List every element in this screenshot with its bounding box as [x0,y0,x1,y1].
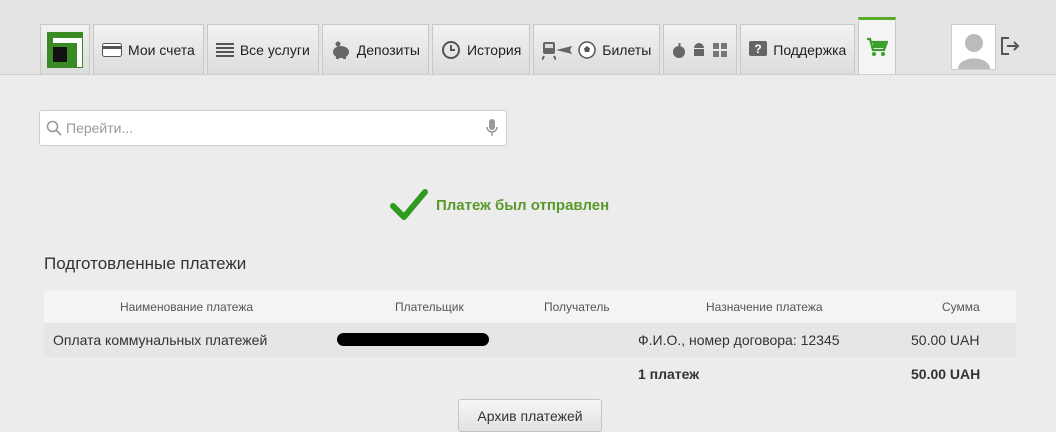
list-icon [215,42,234,57]
column-header: Назначение платежа [706,299,823,314]
nav-tickets[interactable]: Билеты [533,24,661,74]
train-icon [542,40,557,60]
nav-history[interactable]: История [431,24,531,74]
history-clock-icon [441,40,461,60]
piggy-bank-icon [331,41,351,59]
bank-logo[interactable] [40,24,90,74]
table-header: Наименование платежа Плательщик Получате… [44,290,1016,323]
payment-name: Оплата коммунальных платежей [53,332,268,348]
column-header: Получатель [544,299,610,314]
search-input[interactable] [62,120,486,136]
windows-icon [712,42,728,58]
table-row[interactable]: Оплата коммунальных платежей Ф.И.О., ном… [44,323,1016,357]
user-silhouette-icon [957,34,990,69]
plane-icon [556,42,573,58]
nav-all-services[interactable]: Все услуги [206,24,319,74]
bank-logo-icon [47,31,83,68]
nav-deposits[interactable]: Депозиты [321,24,429,74]
payer-redacted [337,333,489,349]
column-header: Плательщик [395,299,464,314]
payment-amount: 50.00 UAH [911,332,980,348]
user-avatar[interactable] [951,24,996,70]
nav-label: История [466,41,522,58]
microphone-icon[interactable] [486,119,498,137]
nav-label: Поддержка [773,41,847,58]
nav-cart[interactable] [858,17,897,74]
card-icon [102,42,122,57]
football-icon [578,40,597,59]
android-icon [692,42,706,58]
nav-label: Все услуги [239,41,310,58]
nav-apps[interactable] [663,24,738,74]
payment-purpose: Ф.И.О., номер договора: 12345 [638,332,840,348]
payment-status: Платеж был отправлен [390,188,609,222]
logout-button[interactable] [1000,36,1020,56]
section-title: Подготовленные платежи [44,254,247,273]
apple-icon [672,42,686,58]
nav-label: Билеты [602,41,652,58]
help-icon: ? [749,40,768,59]
column-header: Сумма [942,299,980,314]
nav-label: Депозиты [356,41,420,58]
top-navigation-bar: Мои счета Все услуги Депозиты История Би… [0,0,1056,75]
nav-label: Мои счета [128,41,195,58]
main-nav: Мои счета Все услуги Депозиты История Би… [40,17,899,74]
cart-icon [866,37,889,57]
payments-archive-button[interactable]: Архив платежей [458,399,602,432]
search-box [39,110,507,146]
total-count: 1 платеж [638,366,700,382]
table-total-row: 1 платеж 50.00 UAH [44,357,1016,391]
nav-support[interactable]: ? Поддержка [740,24,856,74]
logout-icon [1001,37,1020,55]
total-amount: 50.00 UAH [911,366,981,382]
search-icon [46,120,62,136]
svg-text:?: ? [755,42,762,56]
column-header: Наименование платежа [120,299,254,314]
checkmark-icon [390,188,428,222]
payments-table: Наименование платежа Плательщик Получате… [44,290,1016,391]
nav-my-accounts[interactable]: Мои счета [93,24,204,74]
status-message: Платеж был отправлен [436,196,610,214]
